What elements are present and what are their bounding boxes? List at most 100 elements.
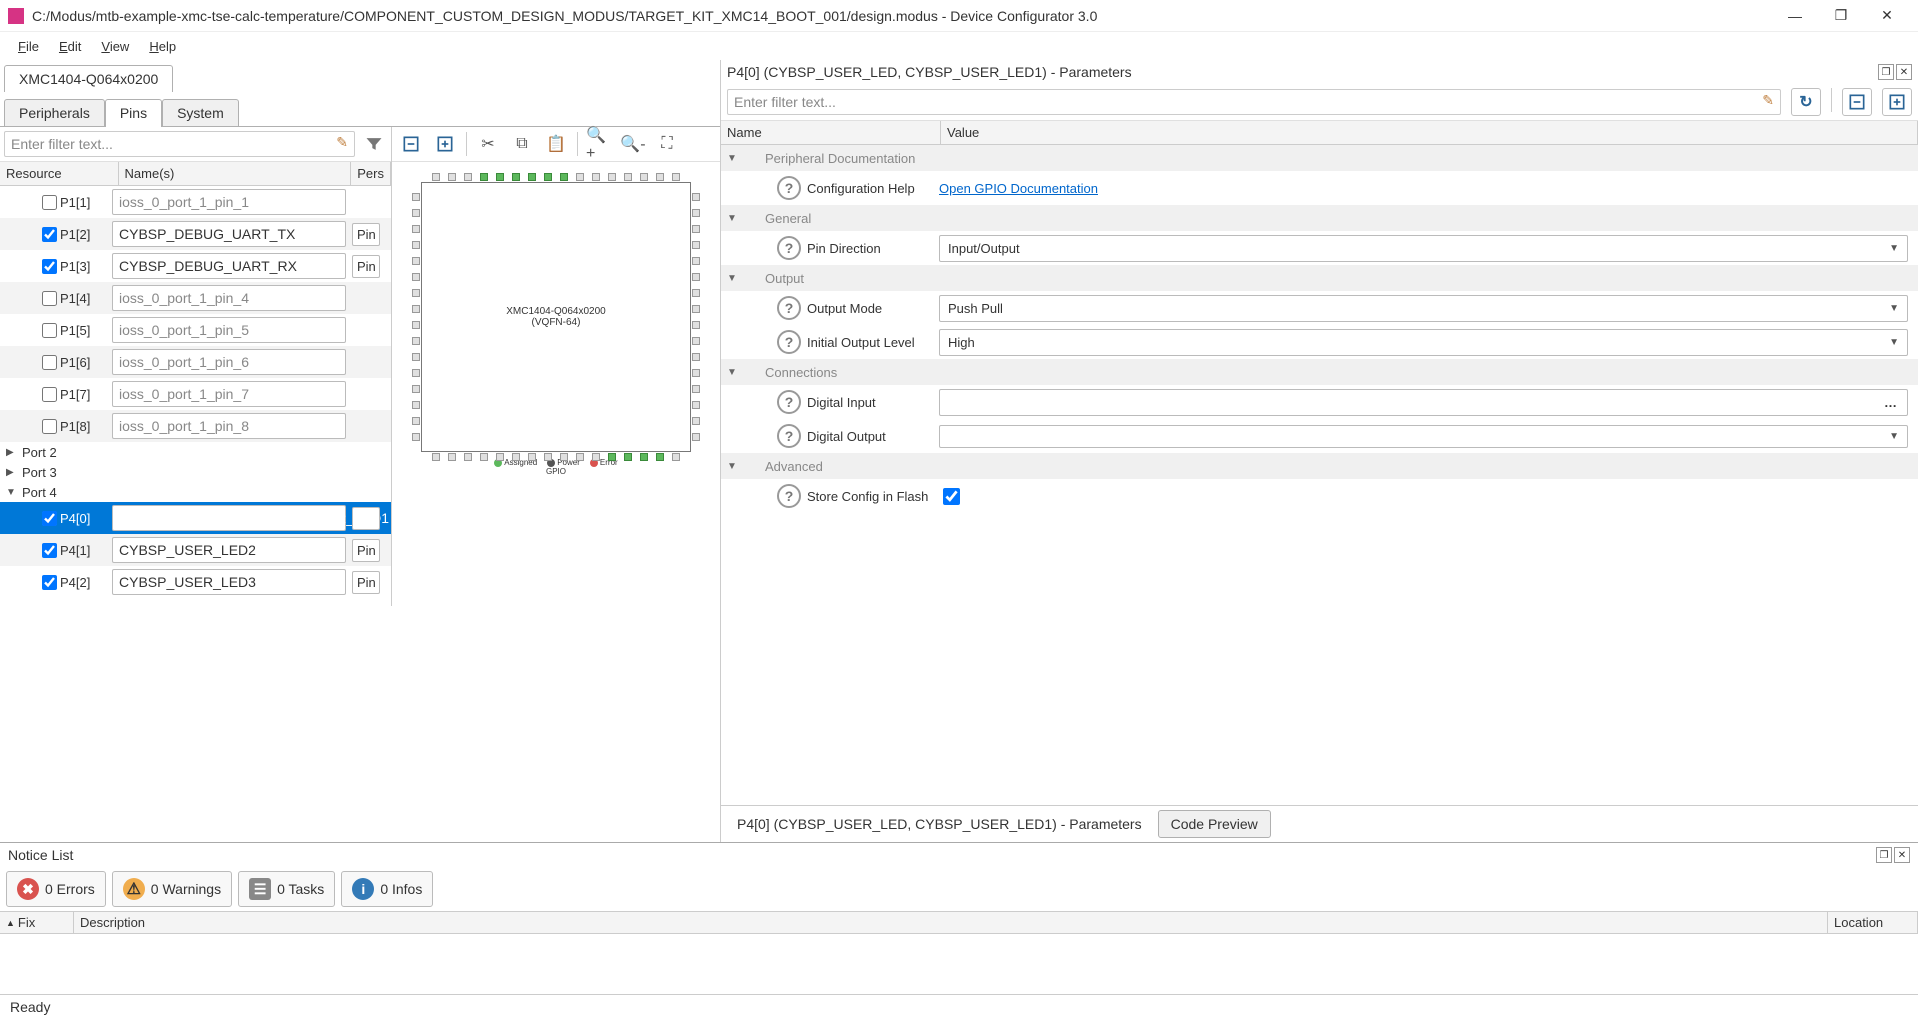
pin-name-input[interactable]: CYBSP_USER_LED2 — [112, 537, 346, 563]
chip-pin[interactable] — [692, 209, 700, 217]
chip-pin[interactable] — [412, 193, 420, 201]
notice-col-location[interactable]: Location — [1828, 912, 1918, 933]
personality-button[interactable]: Pin — [352, 255, 380, 278]
pin-name-input[interactable]: CYBSP_USER_LED3 — [112, 569, 346, 595]
filter-icon[interactable] — [361, 131, 387, 157]
help-icon[interactable]: ? — [777, 236, 801, 260]
maximize-button[interactable]: ❐ — [1818, 0, 1864, 32]
chip-pin[interactable] — [412, 385, 420, 393]
pin-row[interactable]: P1[4] ioss_0_port_1_pin_4 — [0, 282, 391, 314]
tab-system[interactable]: System — [162, 99, 239, 127]
reset-icon[interactable]: ↻ — [1791, 88, 1821, 116]
infos-button[interactable]: i0 Infos — [341, 871, 433, 907]
chip-pin[interactable] — [692, 401, 700, 409]
pin-enable-checkbox[interactable] — [42, 259, 57, 274]
chip-pin[interactable] — [624, 173, 632, 181]
panel-restore-icon[interactable]: ❐ — [1878, 64, 1894, 80]
pin-name-input[interactable]: ioss_0_port_1_pin_7 — [112, 381, 346, 407]
pin-enable-checkbox[interactable] — [42, 511, 57, 526]
param-group-header[interactable]: ▼General — [721, 205, 1918, 231]
chip-pin[interactable] — [656, 173, 664, 181]
chip-pin[interactable] — [692, 321, 700, 329]
chip-pin[interactable] — [560, 173, 568, 181]
param-select[interactable]: Push Pull▼ — [939, 295, 1908, 322]
chip-pin[interactable] — [412, 257, 420, 265]
pin-enable-checkbox[interactable] — [42, 419, 57, 434]
param-group-header[interactable]: ▼Connections — [721, 359, 1918, 385]
chip-pin[interactable] — [560, 453, 568, 461]
pin-row[interactable]: P1[1] ioss_0_port_1_pin_1 — [0, 186, 391, 218]
pin-name-input[interactable]: ioss_0_port_1_pin_4 — [112, 285, 346, 311]
pin-tree[interactable]: P1[1] ioss_0_port_1_pin_1 P1[2] CYBSP_DE… — [0, 186, 391, 606]
zoom-fit-icon[interactable]: ⛶ — [654, 131, 680, 157]
menu-edit[interactable]: Edit — [51, 37, 89, 56]
chip-pin[interactable] — [672, 173, 680, 181]
chip-pin[interactable] — [412, 209, 420, 217]
chip-pin[interactable] — [512, 453, 520, 461]
chip-pin[interactable] — [412, 241, 420, 249]
pin-enable-checkbox[interactable] — [42, 291, 57, 306]
chip-pin[interactable] — [692, 433, 700, 441]
pin-row[interactable]: P1[2] CYBSP_DEBUG_UART_TX Pin — [0, 218, 391, 250]
chip-pin[interactable] — [692, 353, 700, 361]
chip-pin[interactable] — [656, 453, 664, 461]
chip-pin[interactable] — [692, 369, 700, 377]
chip-pin[interactable] — [412, 417, 420, 425]
chip-pin[interactable] — [448, 453, 456, 461]
chip-pin[interactable] — [608, 453, 616, 461]
personality-button[interactable]: Pin — [352, 223, 380, 246]
pin-row[interactable]: P1[6] ioss_0_port_1_pin_6 — [0, 346, 391, 378]
chip-pin[interactable] — [692, 193, 700, 201]
expand-all-icon[interactable] — [432, 131, 458, 157]
port-group[interactable]: ▼Port 4 — [0, 482, 391, 502]
pin-name-input[interactable]: ioss_0_port_1_pin_8 — [112, 413, 346, 439]
notice-close-icon[interactable]: ✕ — [1894, 847, 1910, 863]
param-group-header[interactable]: ▼Advanced — [721, 453, 1918, 479]
pin-name-input[interactable]: CYBSP_DEBUG_UART_RX — [112, 253, 346, 279]
pin-enable-checkbox[interactable] — [42, 195, 57, 210]
tasks-button[interactable]: ☰0 Tasks — [238, 871, 335, 907]
bottom-tab-code-preview[interactable]: Code Preview — [1158, 810, 1271, 838]
chip-pin[interactable] — [608, 173, 616, 181]
panel-close-icon[interactable]: ✕ — [1896, 64, 1912, 80]
help-icon[interactable]: ? — [777, 330, 801, 354]
chip-pin[interactable] — [412, 225, 420, 233]
pin-name-input[interactable]: ioss_0_port_1_pin_1 — [112, 189, 346, 215]
tab-peripherals[interactable]: Peripherals — [4, 99, 105, 127]
pin-enable-checkbox[interactable] — [42, 575, 57, 590]
chip-pin[interactable] — [672, 453, 680, 461]
chip-pin[interactable] — [624, 453, 632, 461]
param-select[interactable]: Input/Output▼ — [939, 235, 1908, 262]
errors-button[interactable]: ✖0 Errors — [6, 871, 106, 907]
pin-row[interactable]: P4[0] CYBSP_USER_LED,CYBSP_USER_LED1 Pin — [0, 502, 391, 534]
param-collapse-all-icon[interactable] — [1842, 88, 1872, 116]
chip-pin[interactable] — [412, 337, 420, 345]
menu-help[interactable]: Help — [141, 37, 184, 56]
menu-view[interactable]: View — [93, 37, 137, 56]
pin-enable-checkbox[interactable] — [42, 355, 57, 370]
chip-pin[interactable] — [692, 273, 700, 281]
pin-name-input[interactable]: CYBSP_DEBUG_UART_TX — [112, 221, 346, 247]
resource-filter-input[interactable]: Enter filter text... ✎ — [4, 131, 355, 157]
personality-button[interactable]: Pin — [352, 507, 380, 530]
help-icon[interactable]: ? — [777, 390, 801, 414]
menu-file[interactable]: File — [10, 37, 47, 56]
chip-pin[interactable] — [692, 417, 700, 425]
param-group-header[interactable]: ▼Peripheral Documentation — [721, 145, 1918, 171]
chip-pin[interactable] — [512, 173, 520, 181]
pin-enable-checkbox[interactable] — [42, 387, 57, 402]
chip-pin[interactable] — [692, 305, 700, 313]
pin-enable-checkbox[interactable] — [42, 323, 57, 338]
warnings-button[interactable]: ⚠0 Warnings — [112, 871, 232, 907]
param-select[interactable]: High▼ — [939, 329, 1908, 356]
pin-row[interactable]: P4[1] CYBSP_USER_LED2 Pin — [0, 534, 391, 566]
chip-pin[interactable] — [528, 453, 536, 461]
pin-name-input[interactable]: CYBSP_USER_LED,CYBSP_USER_LED1 — [112, 505, 346, 531]
chip-pin[interactable] — [496, 173, 504, 181]
device-tab[interactable]: XMC1404-Q064x0200 — [4, 65, 173, 92]
doc-link[interactable]: Open GPIO Documentation — [939, 181, 1098, 196]
notice-col-fix[interactable]: ▲Fix — [0, 912, 74, 933]
close-button[interactable]: ✕ — [1864, 0, 1910, 32]
chip-diagram[interactable]: XMC1404-Q064x0200 (VQFN-64) — [421, 182, 691, 452]
chip-pin[interactable] — [412, 273, 420, 281]
